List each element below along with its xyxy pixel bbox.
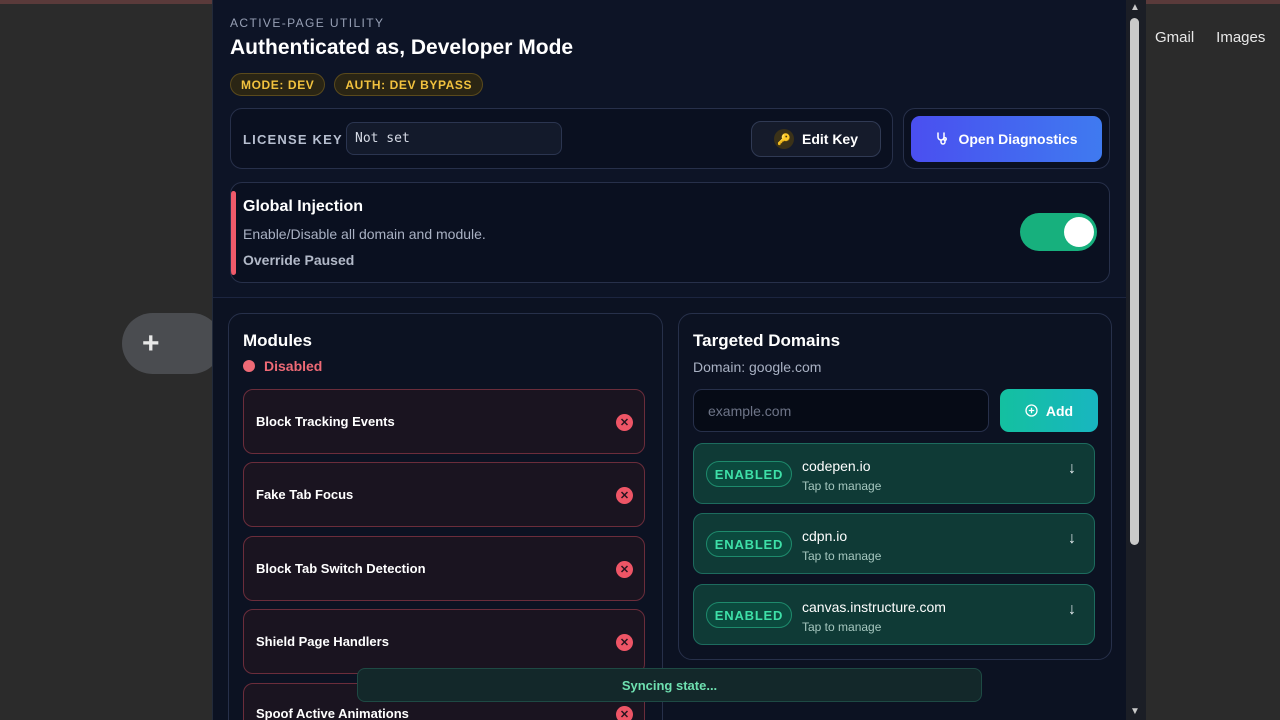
sync-toast: Syncing state...	[357, 668, 982, 702]
plus-icon: +	[142, 326, 160, 360]
add-domain-label: Add	[1045, 402, 1074, 419]
domain-hint: Tap to manage	[802, 620, 882, 634]
panel-eyebrow: ACTIVE-PAGE UTILITY	[230, 16, 385, 30]
domains-title: Targeted Domains	[693, 331, 841, 350]
key-icon: 🔑	[773, 129, 794, 149]
images-link[interactable]: Images	[1216, 29, 1265, 46]
domain-hint: Tap to manage	[802, 479, 882, 493]
license-label: LICENSE KEY	[243, 132, 343, 147]
module-item[interactable]: Block Tracking Events ✕	[243, 389, 645, 454]
toggle-knob	[1064, 217, 1094, 247]
injection-accent-bar	[231, 191, 236, 275]
open-diagnostics-label: Open Diagnostics	[958, 131, 1078, 147]
module-label: Block Tracking Events	[256, 414, 395, 429]
modules-status: Disabled	[243, 358, 322, 374]
mode-badge: MODE: DEV	[230, 73, 326, 96]
module-label: Spoof Active Animations	[256, 706, 409, 720]
utility-panel: ACTIVE-PAGE UTILITY Authenticated as, De…	[212, 0, 1126, 720]
domain-name: canvas.instructure.com	[802, 599, 946, 615]
close-circle-icon[interactable]: ✕	[616, 414, 633, 431]
module-item[interactable]: Block Tab Switch Detection ✕	[243, 536, 645, 601]
module-label: Fake Tab Focus	[256, 487, 354, 502]
domain-item[interactable]: ENABLED codepen.io Tap to manage ↓	[693, 443, 1095, 504]
close-circle-icon[interactable]: ✕	[616, 487, 633, 504]
stethoscope-icon	[937, 132, 948, 145]
arrow-down-icon[interactable]: ↓	[1068, 460, 1076, 478]
status-badge: ENABLED	[706, 602, 792, 628]
open-diagnostics-button[interactable]: Open Diagnostics	[911, 116, 1102, 162]
arrow-down-icon[interactable]: ↓	[1068, 601, 1076, 619]
domain-name: codepen.io	[802, 458, 871, 474]
diagnostics-card: Open Diagnostics	[903, 108, 1110, 169]
domain-hint: Tap to manage	[802, 549, 882, 563]
status-dot-icon	[243, 360, 255, 372]
global-injection-card: Global Injection Enable/Disable all doma…	[230, 182, 1110, 283]
module-label: Block Tab Switch Detection	[256, 561, 426, 576]
panel-header: ACTIVE-PAGE UTILITY Authenticated as, De…	[213, 0, 1126, 298]
modules-title: Modules	[243, 331, 312, 350]
status-badge: ENABLED	[706, 461, 792, 487]
plus-circle-icon	[1025, 404, 1038, 417]
scroll-up-icon[interactable]: ▲	[1130, 2, 1140, 13]
module-item[interactable]: Fake Tab Focus ✕	[243, 462, 645, 527]
scrollbar-thumb[interactable]	[1130, 18, 1139, 545]
injection-title: Global Injection	[243, 198, 364, 215]
domain-item[interactable]: ENABLED canvas.instructure.com Tap to ma…	[693, 584, 1095, 645]
google-top-links: Gmail Images	[1155, 29, 1265, 46]
edit-key-button[interactable]: 🔑 Edit Key	[751, 121, 881, 157]
module-label: Shield Page Handlers	[256, 634, 389, 649]
modules-card: Modules Disabled Block Tracking Events ✕…	[228, 313, 663, 720]
gmail-link[interactable]: Gmail	[1155, 29, 1194, 46]
module-item[interactable]: Shield Page Handlers ✕	[243, 609, 645, 674]
domain-item[interactable]: ENABLED cdpn.io Tap to manage ↓	[693, 513, 1095, 574]
edit-key-label: Edit Key	[801, 131, 858, 147]
domain-input[interactable]: example.com	[693, 389, 989, 432]
auth-badge: AUTH: DEV BYPASS	[334, 73, 484, 96]
badge-row: MODE: DEV AUTH: DEV BYPASS	[230, 73, 484, 96]
scroll-down-icon[interactable]: ▼	[1130, 706, 1140, 717]
page-title: Authenticated as, Developer Mode	[230, 36, 574, 59]
targeted-domains-card: Targeted Domains Domain: google.com exam…	[678, 313, 1112, 660]
injection-description: Enable/Disable all domain and module.	[243, 226, 486, 242]
close-circle-icon[interactable]: ✕	[616, 561, 633, 578]
add-domain-button[interactable]: Add	[1000, 389, 1098, 432]
global-injection-toggle[interactable]	[1020, 213, 1097, 251]
add-shortcut-button[interactable]: +	[122, 313, 222, 374]
current-domain: Domain: google.com	[693, 359, 822, 375]
close-circle-icon[interactable]: ✕	[616, 634, 633, 651]
arrow-down-icon[interactable]: ↓	[1068, 530, 1076, 548]
close-circle-icon[interactable]: ✕	[616, 706, 633, 720]
domain-name: cdpn.io	[802, 528, 848, 544]
modules-status-label: Disabled	[264, 358, 323, 374]
status-badge: ENABLED	[706, 531, 792, 557]
license-key-field[interactable]: Not set	[346, 122, 562, 155]
injection-status: Override Paused	[243, 252, 355, 268]
license-card: LICENSE KEY Not set 🔑 Edit Key	[230, 108, 893, 169]
panel-scrollbar[interactable]: ▲ ▼	[1126, 0, 1146, 720]
